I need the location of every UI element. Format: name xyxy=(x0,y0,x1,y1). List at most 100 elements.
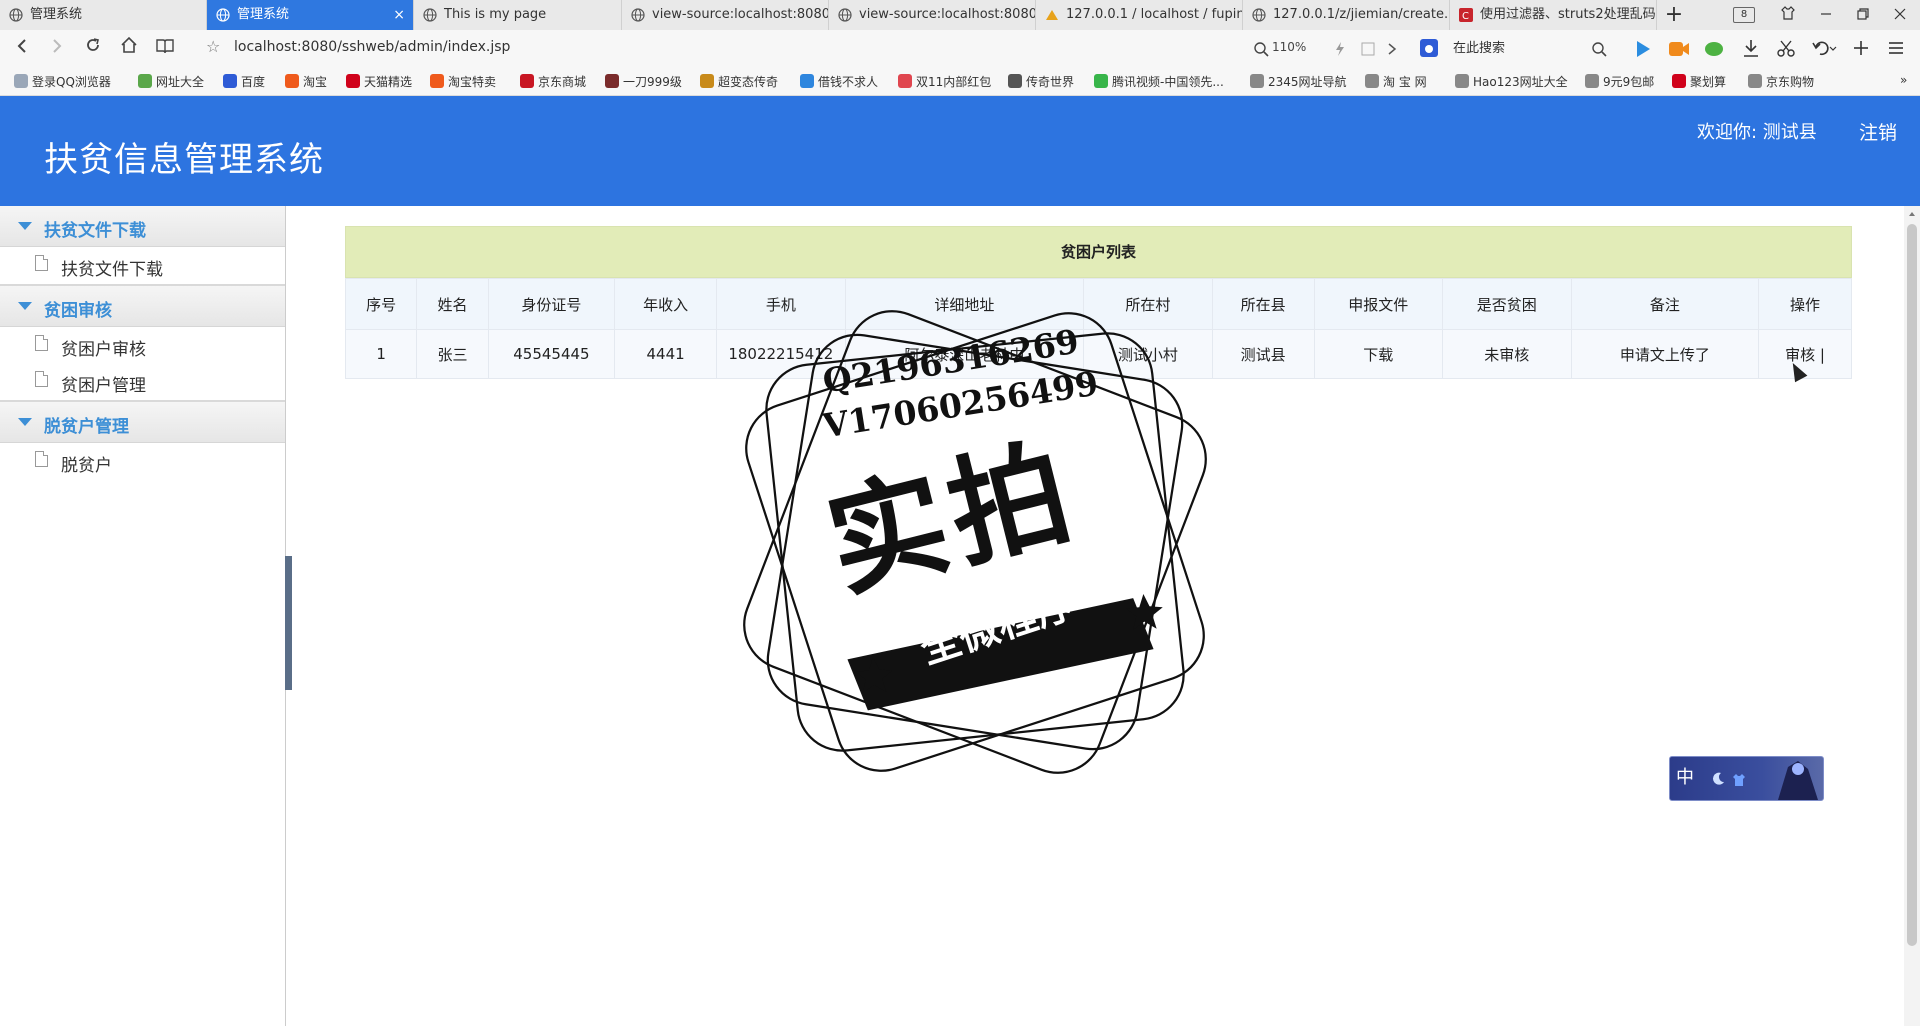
minimize-icon[interactable] xyxy=(1808,0,1844,30)
cell-name: 张三 xyxy=(416,329,489,379)
bookmark-item[interactable]: Hao123网址大全 xyxy=(1455,73,1568,90)
tab-4[interactable]: view-source:localhost:8080/ xyxy=(622,0,829,30)
vertical-scrollbar[interactable] xyxy=(1904,206,1920,1026)
sidebar-item-household-audit[interactable]: 贫困户审核 xyxy=(0,327,285,363)
shirt-icon[interactable] xyxy=(1732,773,1746,787)
bookmark-favicon-icon xyxy=(1008,74,1022,88)
ime-toolbar[interactable]: 中 xyxy=(1669,756,1824,801)
bookmark-label: 淘宝 xyxy=(303,75,328,89)
globe-icon xyxy=(631,8,645,22)
back-icon[interactable] xyxy=(9,36,35,62)
download-icon[interactable] xyxy=(1742,38,1760,58)
sidebar-item-label: 贫困户审核 xyxy=(61,340,146,360)
bookmark-star-icon[interactable]: ☆ xyxy=(206,37,220,56)
search-input[interactable]: 在此搜索 xyxy=(1453,37,1645,61)
sidebar-group-file-download[interactable]: 扶贫文件下载 xyxy=(0,206,285,247)
cell-id-number: 45545445 xyxy=(487,329,616,379)
bookmark-item[interactable]: 登录QQ浏览器 xyxy=(14,73,111,90)
bookmark-item[interactable]: 百度 xyxy=(223,73,265,90)
bookmark-item[interactable]: 淘宝特卖 xyxy=(430,73,496,90)
restore-icon[interactable] xyxy=(1845,0,1881,30)
zoom-icon[interactable] xyxy=(1253,41,1269,57)
wechat-icon[interactable] xyxy=(1704,40,1724,58)
scrollbar-thumb[interactable] xyxy=(1907,224,1917,946)
baidu-search-icon[interactable] xyxy=(1420,39,1438,57)
cell-is-poor: 未审核 xyxy=(1442,329,1572,379)
bookmark-item[interactable]: 一刀999级 xyxy=(605,73,682,90)
col-header-id-number: 身份证号 xyxy=(487,278,616,330)
bookmark-item[interactable]: 网址大全 xyxy=(138,73,204,90)
tab-label: This is my page xyxy=(444,7,547,22)
bookmark-item[interactable]: 双11内部红包 xyxy=(898,73,991,90)
bookmark-item[interactable]: 超变态传奇 xyxy=(700,73,778,90)
ime-mode-label[interactable]: 中 xyxy=(1676,763,1694,789)
cell-index: 1 xyxy=(344,329,418,379)
forward-icon[interactable] xyxy=(44,36,70,62)
bookmark-label: 淘宝特卖 xyxy=(448,75,497,89)
bookmark-item[interactable]: 京东购物 xyxy=(1748,73,1814,90)
play-icon[interactable] xyxy=(1634,39,1652,59)
home-icon[interactable] xyxy=(116,36,142,62)
scissors-icon[interactable] xyxy=(1777,39,1795,57)
bookmark-item[interactable]: 淘 宝 网 xyxy=(1365,73,1427,90)
sidebar-group-title: 扶贫文件下载 xyxy=(44,221,146,241)
shirt-icon[interactable] xyxy=(1770,0,1806,30)
tab-label: view-source:localhost:8080/ xyxy=(652,7,829,22)
bookmark-label: 登录QQ浏览器 xyxy=(32,75,111,89)
sidebar-group-title: 贫困审核 xyxy=(44,301,112,321)
download-link[interactable]: 下载 xyxy=(1313,329,1444,379)
video-icon[interactable] xyxy=(1668,40,1690,58)
search-icon[interactable] xyxy=(1591,41,1607,57)
bookmark-favicon-icon xyxy=(1365,74,1379,88)
bookmarks-overflow-icon[interactable]: » xyxy=(1900,73,1907,87)
bookmark-item[interactable]: 9元9包邮 xyxy=(1585,73,1654,90)
tab-5[interactable]: view-source:localhost:8080/ xyxy=(829,0,1036,30)
sidebar-item-out-of-poverty[interactable]: 脱贫户 xyxy=(0,443,285,479)
col-header-name: 姓名 xyxy=(416,278,489,330)
translate-icon[interactable] xyxy=(1361,42,1375,56)
globe-icon xyxy=(216,8,230,22)
bookmark-item[interactable]: 借钱不求人 xyxy=(800,73,878,90)
undo-icon[interactable] xyxy=(1812,39,1838,57)
tab-2-active[interactable]: 管理系统 × xyxy=(207,0,414,30)
tab-7[interactable]: 127.0.0.1/z/jiemian/create.p xyxy=(1243,0,1450,30)
bookmark-favicon-icon xyxy=(520,74,534,88)
bookmark-item[interactable]: 京东商城 xyxy=(520,73,586,90)
bookmark-item[interactable]: 传奇世界 xyxy=(1008,73,1074,90)
browser-tab-bar: 管理系统 管理系统 × This is my page view-source:… xyxy=(0,0,1920,31)
zoom-level[interactable]: 110% xyxy=(1272,40,1306,54)
new-tab-button[interactable]: + xyxy=(1656,0,1692,30)
add-icon[interactable] xyxy=(1852,39,1870,57)
address-bar[interactable]: localhost:8080/sshweb/admin/index.jsp xyxy=(234,39,510,55)
bookmark-item[interactable]: 天猫精选 xyxy=(346,73,412,90)
close-window-icon[interactable] xyxy=(1882,0,1918,30)
lightning-icon[interactable] xyxy=(1335,42,1345,56)
bookmark-favicon-icon xyxy=(1455,74,1469,88)
tab-count-badge[interactable]: 8 xyxy=(1733,7,1755,23)
sidebar-item-household-manage[interactable]: 贫困户管理 xyxy=(0,363,285,399)
col-header-application-file: 申报文件 xyxy=(1313,278,1444,330)
close-tab-icon[interactable]: × xyxy=(393,0,405,30)
tab-3[interactable]: This is my page xyxy=(414,0,622,30)
sidebar-group-poverty-audit[interactable]: 贫困审核 xyxy=(0,286,285,327)
tab-label: view-source:localhost:8080/ xyxy=(859,7,1036,22)
site-title: 扶贫信息管理系统 xyxy=(44,140,324,180)
tab-6[interactable]: 127.0.0.1 / localhost / fupin xyxy=(1036,0,1243,30)
bookmark-item[interactable]: 淘宝 xyxy=(285,73,327,90)
bookmark-item[interactable]: 2345网址导航 xyxy=(1250,73,1347,90)
chevron-right-icon[interactable] xyxy=(1387,42,1397,56)
logout-link[interactable]: 注销 xyxy=(1859,118,1897,145)
menu-icon[interactable] xyxy=(1887,40,1905,56)
tab-8[interactable]: C 使用过滤器、struts2处理乱码 xyxy=(1450,0,1657,30)
tab-1[interactable]: 管理系统 xyxy=(0,0,207,30)
bookmark-label: 聚划算 xyxy=(1690,75,1727,89)
sidebar-splitter-handle[interactable] xyxy=(285,556,292,690)
moon-icon[interactable] xyxy=(1710,771,1726,787)
scroll-up-icon[interactable] xyxy=(1909,212,1915,216)
sidebar-item-file-download[interactable]: 扶贫文件下载 xyxy=(0,247,285,283)
sidebar-group-out-of-poverty[interactable]: 脱贫户管理 xyxy=(0,402,285,443)
reload-icon[interactable] xyxy=(80,36,106,62)
bookmark-item[interactable]: 腾讯视频-中国领先... xyxy=(1094,73,1224,90)
reader-icon[interactable] xyxy=(152,36,178,62)
bookmark-item[interactable]: 聚划算 xyxy=(1672,73,1726,90)
